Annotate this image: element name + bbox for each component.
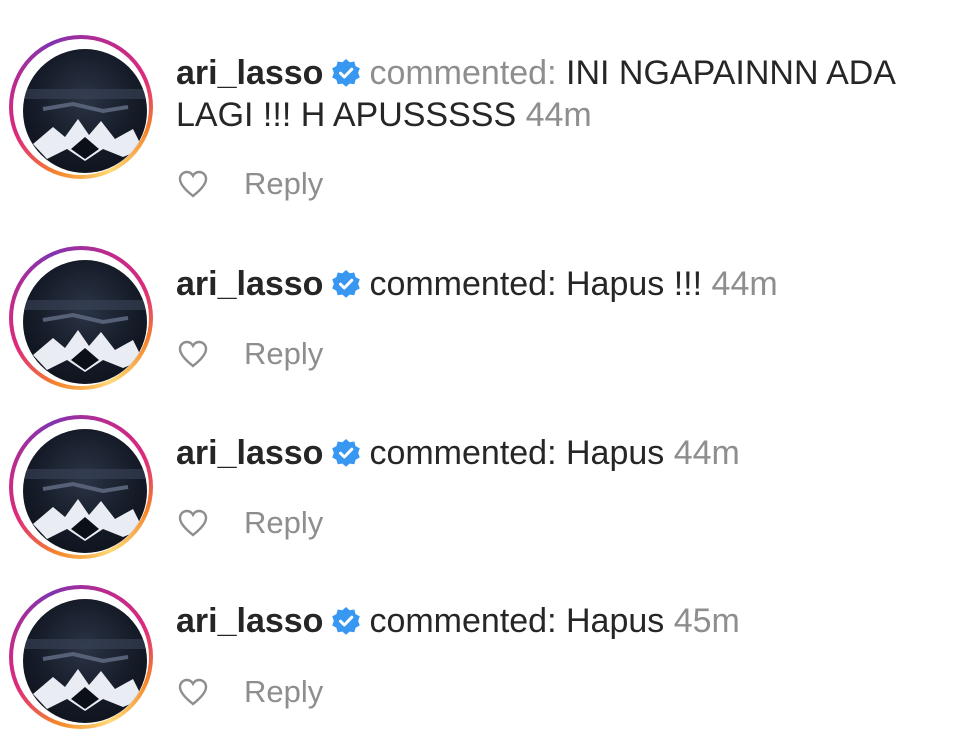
- comment-timestamp: 44m: [711, 265, 778, 303]
- reply-button[interactable]: Reply: [244, 166, 323, 202]
- verified-badge-icon: [332, 270, 361, 298]
- comment-verb: commented:: [369, 54, 557, 92]
- verified-badge-icon: [332, 59, 361, 87]
- avatar-story-ring[interactable]: [9, 415, 153, 559]
- avatar: [23, 599, 147, 723]
- avatar-story-ring[interactable]: [9, 246, 153, 390]
- comment-actions: Reply: [176, 334, 323, 374]
- avatar: [23, 260, 147, 384]
- heart-outline-icon[interactable]: [176, 337, 210, 371]
- comment-body: ari_lasso commented: Hapus 44m: [176, 432, 956, 474]
- avatar: [23, 429, 147, 553]
- comment-verb: commented:: [369, 602, 557, 640]
- comment-verb: commented:: [369, 434, 557, 472]
- comment-actions: Reply: [176, 672, 323, 712]
- comment-text: Hapus: [566, 434, 665, 472]
- heart-outline-icon[interactable]: [176, 506, 210, 540]
- avatar-story-ring[interactable]: [9, 585, 153, 729]
- username-link[interactable]: ari_lasso: [176, 265, 323, 303]
- avatar-gap: [13, 250, 149, 386]
- comment-text: Hapus: [566, 602, 665, 640]
- comment-timestamp: 45m: [673, 602, 740, 640]
- reply-button[interactable]: Reply: [244, 336, 323, 372]
- avatar: [23, 49, 147, 173]
- avatar-image: [23, 300, 147, 372]
- comment-body: ari_lasso commented: Hapus !!! 44m: [176, 263, 956, 305]
- avatar-image: [23, 469, 147, 541]
- avatar-gap: [13, 39, 149, 175]
- username-link[interactable]: ari_lasso: [176, 602, 323, 640]
- comment-verb: commented:: [369, 265, 557, 303]
- avatar-image: [23, 89, 147, 161]
- verified-badge-icon: [332, 607, 361, 635]
- comment-body: ari_lasso commented: Hapus 45m: [176, 600, 956, 642]
- comment-body: ari_lasso commented: INI NGAPAINNN ADA LA…: [176, 52, 956, 136]
- avatar-image: [23, 639, 147, 711]
- comment-timestamp: 44m: [525, 96, 592, 134]
- heart-outline-icon[interactable]: [176, 675, 210, 709]
- comment-text: Hapus !!!: [566, 265, 703, 303]
- verified-badge-icon: [332, 439, 361, 467]
- username-link[interactable]: ari_lasso: [176, 434, 323, 472]
- avatar-story-ring[interactable]: [9, 35, 153, 179]
- username-link[interactable]: ari_lasso: [176, 54, 323, 92]
- avatar-gap: [13, 589, 149, 725]
- reply-button[interactable]: Reply: [244, 674, 323, 710]
- comment-actions: Reply: [176, 503, 323, 543]
- avatar-gap: [13, 419, 149, 555]
- comment-actions: Reply: [176, 164, 323, 204]
- comment-timestamp: 44m: [673, 434, 740, 472]
- reply-button[interactable]: Reply: [244, 505, 323, 541]
- heart-outline-icon[interactable]: [176, 167, 210, 201]
